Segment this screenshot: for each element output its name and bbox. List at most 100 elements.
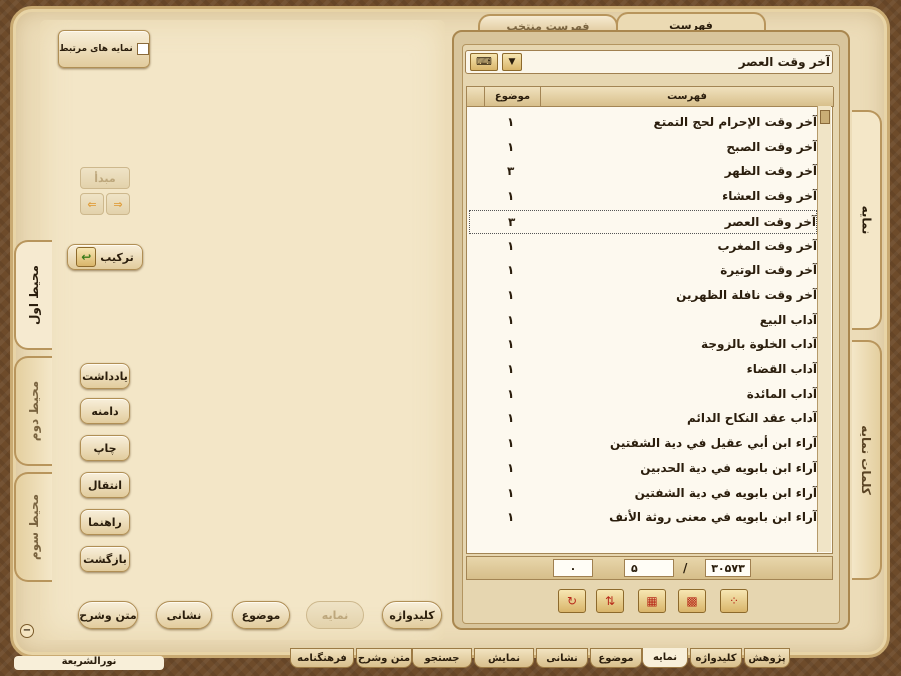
scroll-thumb[interactable] bbox=[820, 110, 830, 124]
table-row[interactable]: آخر وقت العصر ۳ bbox=[469, 209, 817, 234]
scope-label: دامنه bbox=[91, 404, 119, 418]
table-row[interactable]: آخر وقت الصبح ۱ bbox=[469, 136, 817, 160]
notes-button[interactable]: يادداشت bbox=[80, 363, 130, 389]
table-row[interactable]: آداب البيع ۱ bbox=[469, 309, 817, 333]
tab-namaye-right[interactable]: نمايه bbox=[852, 110, 882, 330]
combine-label: تركيب bbox=[100, 250, 134, 264]
tab-mohit-dovom[interactable]: محيط دوم bbox=[14, 356, 52, 466]
table-row[interactable]: آداب عقد النكاح الدائم ۱ bbox=[469, 407, 817, 431]
select-all-icon[interactable]: ▩ bbox=[678, 589, 706, 613]
row-title: آخر وقت نافلة الظهرين bbox=[676, 287, 817, 302]
transfer-label: انتقال bbox=[88, 478, 122, 492]
tab-mohit-aval[interactable]: محيط اول bbox=[14, 240, 52, 350]
bottom-tab[interactable]: نمايه bbox=[642, 648, 688, 668]
combine-button[interactable]: تركيب ↩ bbox=[67, 244, 143, 270]
bottom-tab[interactable]: پژوهش bbox=[744, 648, 790, 668]
minimize-button[interactable]: − bbox=[20, 624, 34, 638]
next-button[interactable]: ⇒ bbox=[106, 193, 130, 215]
row-title: آراء ابن بابويه في معنى روثة الأنف bbox=[609, 510, 817, 525]
bottom-tab-label: نمايش bbox=[487, 652, 521, 664]
position-value: ۵ bbox=[631, 561, 638, 575]
table-row[interactable]: آخر وقت نافلة الظهرين ۱ bbox=[469, 284, 817, 308]
tab-mohit-sevom-label: محيط سوم bbox=[27, 493, 41, 561]
prev-button[interactable]: ⇐ bbox=[80, 193, 104, 215]
row-title: آخر وقت العشاء bbox=[722, 189, 817, 204]
table-row[interactable]: آراء ابن بابويه في دية الحدبين ۱ bbox=[469, 457, 817, 481]
bottom-tab-label: پژوهش bbox=[748, 652, 786, 664]
table-row[interactable]: آخر وقت المغرب ۱ bbox=[469, 235, 817, 259]
grid-icon[interactable]: ▦ bbox=[638, 589, 666, 613]
help-button[interactable]: راهنما bbox=[80, 509, 130, 535]
back-label: بازگشت bbox=[83, 552, 127, 566]
col-header-count-label: موضوع bbox=[494, 91, 531, 102]
row-title: آراء ابن أبي عقيل في دية الشفتين bbox=[610, 436, 817, 451]
row-title: آراء ابن بابويه في دية الشفتين bbox=[634, 485, 817, 500]
bottom-tab[interactable]: نشانى bbox=[536, 648, 588, 668]
app-title-label: نورالشريعة bbox=[61, 656, 117, 667]
tab-mohit-sevom[interactable]: محيط سوم bbox=[14, 472, 52, 582]
row-count: ۱ bbox=[507, 263, 515, 278]
row-title: آخر وقت المغرب bbox=[717, 238, 817, 253]
notes-label: يادداشت bbox=[82, 369, 128, 383]
print-button[interactable]: چاپ bbox=[80, 435, 130, 461]
sort-icon[interactable]: ⇅ bbox=[596, 589, 624, 613]
table-row[interactable]: آراء ابن بابويه في معنى روثة الأنف ۱ bbox=[469, 506, 817, 530]
print-label: چاپ bbox=[93, 441, 117, 455]
transfer-button[interactable]: انتقال bbox=[80, 472, 130, 498]
dropdown-arrow-icon[interactable]: ▼ bbox=[502, 53, 522, 71]
index-list: موضوع فهرست آخر وقت الإحرام لحج التمتع ۱ آ… bbox=[466, 86, 834, 554]
scope-button[interactable]: دامنه bbox=[80, 398, 130, 424]
neshani-button[interactable]: نشانى bbox=[156, 601, 212, 629]
row-title: آداب الخلوة بالزوجة bbox=[701, 337, 817, 352]
origin-label: مبدأ bbox=[94, 171, 116, 185]
bottom-tab[interactable]: كليدواژه bbox=[690, 648, 742, 668]
dots-icon[interactable]: ⁘ bbox=[720, 589, 748, 613]
row-count: ۱ bbox=[507, 287, 515, 302]
related-index-checkbox[interactable] bbox=[136, 43, 149, 55]
arrow-left-icon: ⇐ bbox=[87, 197, 97, 211]
bottom-tab[interactable]: نمايش bbox=[474, 648, 534, 668]
row-title: آراء ابن بابويه في دية الحدبين bbox=[640, 460, 817, 475]
row-title: آداب المائدة bbox=[746, 386, 817, 401]
col-header-count[interactable]: موضوع bbox=[485, 87, 541, 107]
table-row[interactable]: آخر وقت الظهر ۳ bbox=[469, 160, 817, 184]
keyboard-icon[interactable]: ⌨ bbox=[470, 53, 498, 71]
bottom-tab-label: جستجو bbox=[424, 652, 460, 664]
table-row[interactable]: آخر وقت العشاء ۱ bbox=[469, 185, 817, 209]
tab-kalamat-namaye[interactable]: كلمات نمايه bbox=[852, 340, 882, 580]
undo-arrow-icon: ↩ bbox=[76, 247, 97, 267]
corner-header bbox=[467, 87, 485, 107]
bottom-tab[interactable]: فرهنگنامه bbox=[290, 648, 354, 668]
row-count: ۳ bbox=[507, 164, 515, 179]
back-button[interactable]: بازگشت bbox=[80, 546, 130, 572]
tab-kalamat-namaye-label: كلمات نمايه bbox=[859, 425, 874, 495]
row-count: ۱ bbox=[507, 436, 515, 451]
table-row[interactable]: آخر وقت الإحرام لحج التمتع ۱ bbox=[469, 111, 817, 135]
bottom-tab[interactable]: موضوع bbox=[590, 648, 642, 668]
related-index-filter[interactable]: نمايه هاى مرتبط bbox=[58, 30, 150, 68]
row-title: آداب القضاء bbox=[746, 362, 817, 376]
neshani-label: نشانى bbox=[166, 608, 202, 622]
table-row[interactable]: آداب القضاء ۱ bbox=[469, 358, 817, 382]
table-row[interactable]: آراء ابن بابويه في دية الشفتين ۱ bbox=[469, 482, 817, 506]
mozoo-button[interactable]: موضوع bbox=[232, 601, 290, 629]
row-count: ۱ bbox=[507, 337, 515, 352]
table-row[interactable]: آداب المائدة ۱ bbox=[469, 383, 817, 407]
refresh-icon[interactable]: ↻ bbox=[558, 589, 586, 613]
kelidvajeh-button[interactable]: كليدواژه bbox=[382, 601, 442, 629]
namaye-button[interactable]: نمايه bbox=[306, 601, 364, 629]
bottom-tab[interactable]: جستجو bbox=[412, 648, 472, 668]
col-header-title[interactable]: فهرست bbox=[541, 87, 834, 107]
row-count: ۱ bbox=[507, 139, 515, 154]
row-title: آخر وقت الصبح bbox=[726, 139, 817, 154]
list-scrollbar[interactable] bbox=[817, 106, 831, 552]
table-row[interactable]: آراء ابن أبي عقيل في دية الشفتين ۱ bbox=[469, 432, 817, 456]
bottom-tab[interactable]: متن وشرح bbox=[356, 648, 412, 668]
position-field[interactable]: ۵ bbox=[624, 559, 674, 577]
origin-button[interactable]: مبدأ bbox=[80, 167, 130, 189]
search-input[interactable] bbox=[526, 52, 830, 72]
row-count: ۱ bbox=[507, 189, 515, 204]
matn-sharh-button[interactable]: متن وشرح bbox=[78, 601, 138, 629]
table-row[interactable]: آداب الخلوة بالزوجة ۱ bbox=[469, 333, 817, 357]
table-row[interactable]: آخر وقت الوتيرة ۱ bbox=[469, 259, 817, 283]
